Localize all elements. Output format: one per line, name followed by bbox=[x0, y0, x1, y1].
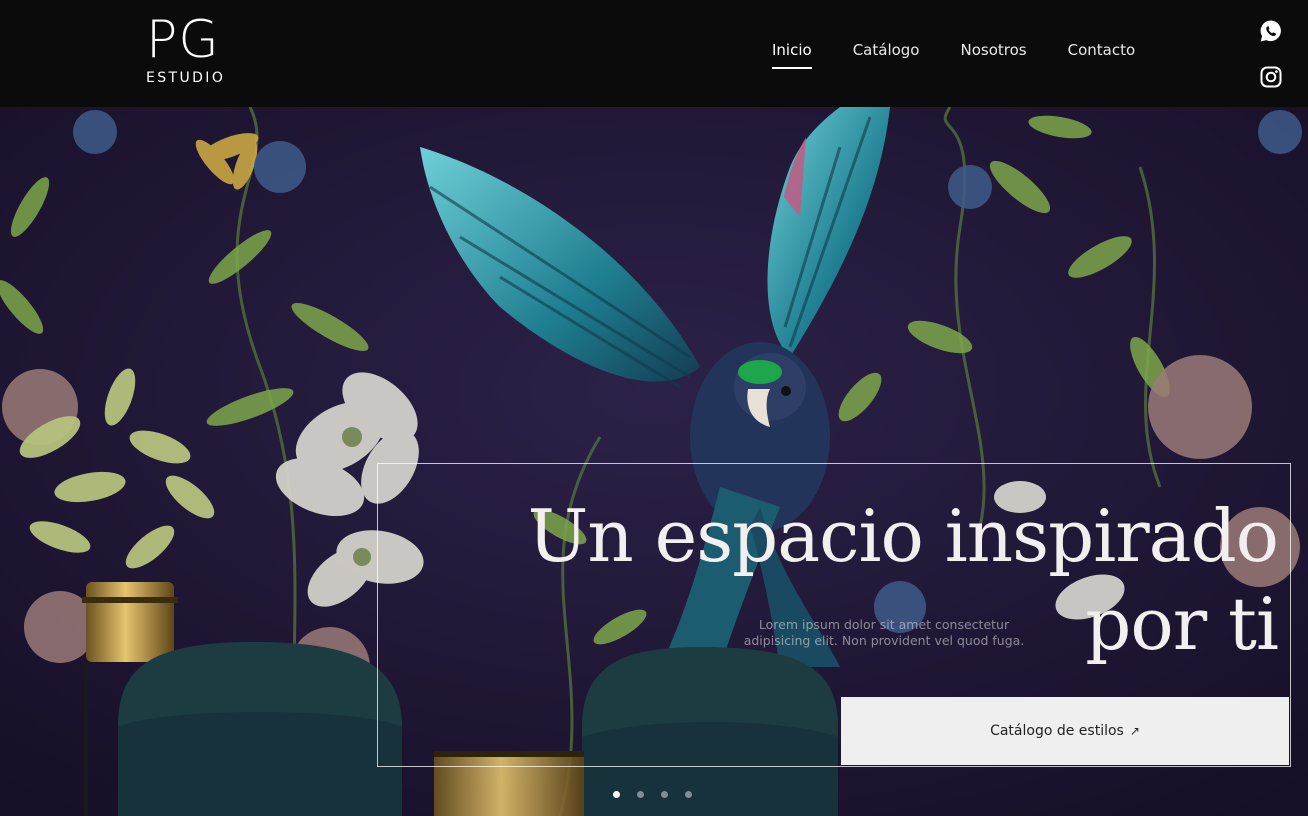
headline-line-1: Un espacio inspirado bbox=[527, 494, 1279, 578]
nav-item-inicio[interactable]: Inicio bbox=[772, 41, 812, 69]
whatsapp-icon[interactable] bbox=[1259, 19, 1283, 43]
logo-mark: PG bbox=[146, 10, 220, 70]
headline-line-2: por ti bbox=[1085, 582, 1279, 666]
carousel-dot-3[interactable] bbox=[661, 791, 668, 798]
nav-item-catalogo[interactable]: Catálogo bbox=[853, 41, 920, 69]
cta-label: Catálogo de estilos bbox=[990, 723, 1124, 739]
instagram-icon[interactable] bbox=[1259, 65, 1283, 89]
brand-logo[interactable]: PG ESTUDIO bbox=[146, 14, 225, 86]
site-header: PG ESTUDIO Inicio Catálogo Nosotros Cont… bbox=[0, 0, 1308, 107]
carousel-dot-4[interactable] bbox=[685, 791, 692, 798]
logo-subtitle: ESTUDIO bbox=[146, 70, 226, 86]
hero-description: Lorem ipsum dolor sit amet consectetur a… bbox=[743, 617, 1025, 648]
carousel-dot-1[interactable] bbox=[613, 791, 620, 798]
arrow-up-right-icon: ↗ bbox=[1129, 724, 1140, 738]
carousel-dot-2[interactable] bbox=[637, 791, 644, 798]
main-nav: Inicio Catálogo Nosotros Contacto bbox=[772, 41, 1135, 69]
nav-item-nosotros[interactable]: Nosotros bbox=[961, 41, 1027, 69]
nav-item-contacto[interactable]: Contacto bbox=[1068, 41, 1136, 69]
catalog-styles-button[interactable]: Catálogo de estilos ↗ bbox=[841, 697, 1289, 765]
hero-banner: Un espacio inspirado por ti Lorem ipsum … bbox=[0, 107, 1308, 816]
carousel-indicators bbox=[613, 791, 692, 798]
